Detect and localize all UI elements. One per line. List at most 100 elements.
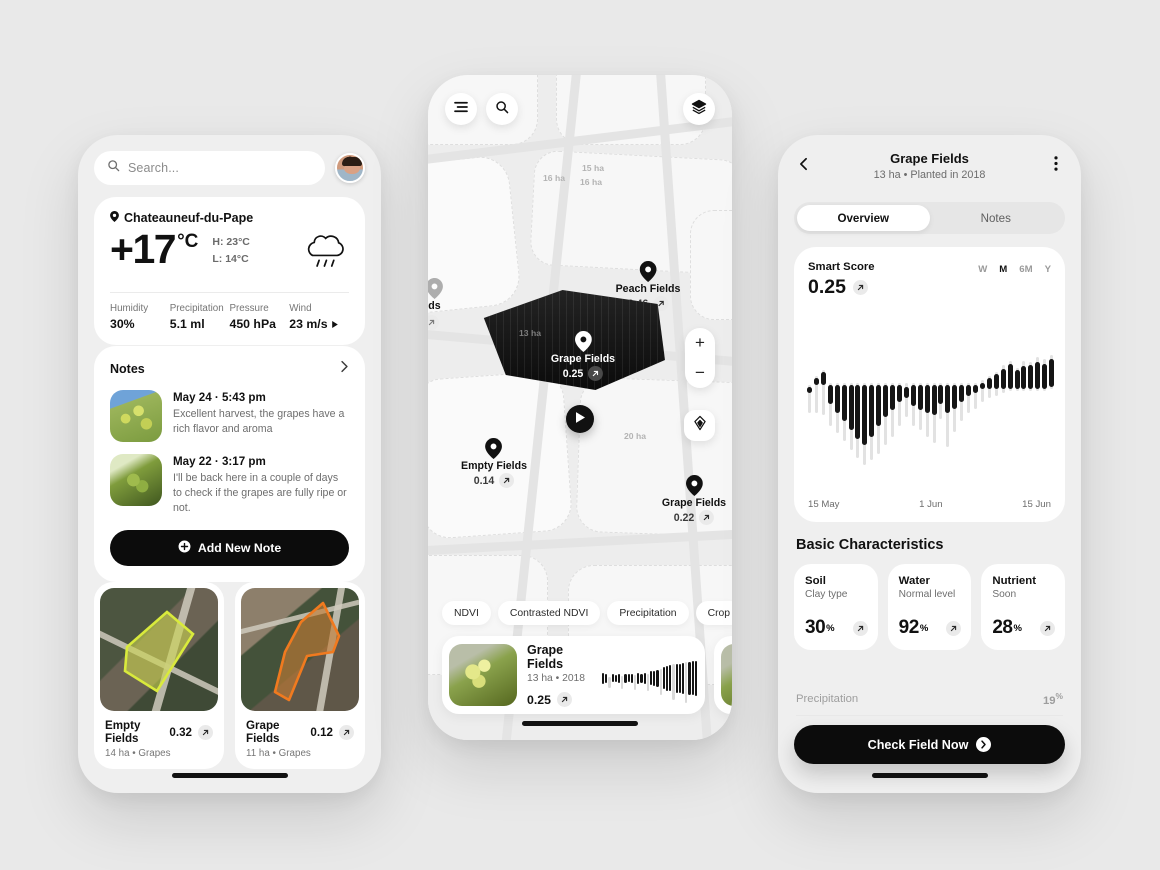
note-item[interactable]: May 24 · 5:43 pm Excellent harvest, the …	[110, 390, 349, 442]
chip-crop[interactable]: Crop	[695, 601, 732, 625]
chart-axis: 15 May 1 Jun 15 Jun	[808, 499, 1051, 510]
weather-stat-precipitation: Precipitation 5.1 ml	[170, 303, 230, 331]
arrow-up-right-icon[interactable]	[852, 620, 868, 636]
field-card-grape-fields[interactable]: Grape Fields 0.12 11 ha • Grapes	[235, 582, 365, 769]
candle-body	[869, 384, 875, 437]
arrow-up-right-icon[interactable]	[499, 473, 515, 488]
map-canvas[interactable]: 16 ha 16 ha 15 ha 13 ha 20 ha Fields	[428, 75, 732, 740]
map-pin-empty-fields[interactable]: Empty Fields 0.14	[461, 438, 527, 488]
candle-body	[903, 386, 909, 398]
sparkline-bar	[637, 673, 640, 684]
arrow-up-right-icon[interactable]	[339, 724, 354, 740]
chevron-right-icon[interactable]	[340, 360, 349, 378]
candle-body	[1042, 364, 1048, 390]
basic-characteristics-title: Basic Characteristics	[796, 537, 944, 553]
sparkline-bar	[650, 671, 653, 686]
menu-button[interactable]	[445, 93, 477, 125]
phone-home-screen: Search... Chateauneuf-du-Pape +17 °C H: …	[78, 135, 381, 793]
weather-high-low: H: 23°C L: 14°C	[212, 234, 249, 269]
chip-contrasted-ndvi[interactable]: Contrasted NDVI	[497, 601, 601, 625]
search-input[interactable]: Search...	[94, 151, 325, 185]
period-y[interactable]: Y	[1045, 264, 1051, 275]
chip-precipitation[interactable]: Precipitation	[607, 601, 689, 625]
check-field-now-button[interactable]: Check Field Now	[794, 725, 1065, 764]
zoom-in-button[interactable]: +	[685, 328, 715, 358]
search-icon	[495, 100, 509, 119]
map-field-card-next[interactable]	[714, 636, 732, 714]
map-plot[interactable]	[690, 210, 732, 320]
characteristic-nutrient[interactable]: Nutrient Soon 28%	[981, 564, 1066, 650]
chart-candle	[959, 327, 965, 477]
stat-label: Precipitation	[169, 303, 224, 314]
chart-candle	[869, 327, 875, 477]
arrow-up-right-icon[interactable]	[588, 366, 604, 381]
avatar[interactable]	[335, 153, 365, 183]
sparkline-bar	[678, 663, 681, 694]
arrow-up-right-icon[interactable]	[556, 692, 572, 707]
chart-candle	[848, 327, 854, 477]
weather-temperature: +17	[110, 226, 177, 272]
compass-button[interactable]	[684, 410, 715, 441]
canvas: Search... Chateauneuf-du-Pape +17 °C H: …	[0, 0, 1160, 870]
characteristic-water[interactable]: Water Normal level 92%	[887, 564, 972, 650]
arrow-up-right-icon[interactable]	[946, 620, 962, 636]
chart-candle	[834, 327, 840, 477]
back-button[interactable]	[792, 151, 814, 181]
satellite-thumbnail	[241, 588, 359, 711]
stat-label: Humidity	[110, 303, 149, 314]
candle-body	[890, 384, 895, 410]
sparkline-bar	[605, 673, 608, 684]
zoom-out-button[interactable]: −	[685, 358, 715, 388]
stat-value: 450 hPa	[229, 317, 277, 331]
home-indicator	[522, 721, 638, 726]
chip-ndvi[interactable]: NDVI	[442, 601, 491, 625]
sparkline-bar	[669, 665, 672, 692]
map-bottom-cards: Grape Fields 13 ha • 2018 0.25	[442, 636, 732, 714]
arrow-up-right-icon[interactable]	[428, 315, 439, 330]
more-options-button[interactable]	[1045, 151, 1067, 181]
arrow-up-right-icon[interactable]	[1040, 620, 1056, 636]
arrow-up-right-icon[interactable]	[699, 510, 715, 525]
sparkline-bar	[691, 661, 694, 696]
card-field-value-row: 0.25	[527, 692, 592, 707]
play-fab-button[interactable]	[566, 405, 594, 433]
weather-location-row: Chateauneuf-du-Pape	[110, 211, 349, 225]
chevron-right-circle-icon	[976, 737, 992, 752]
note-date: May 22 · 3:17 pm	[173, 455, 266, 468]
chart-candle	[1014, 327, 1020, 477]
pin-value-row: 0.22	[662, 510, 726, 525]
chevron-left-icon	[799, 157, 808, 176]
period-m[interactable]: M	[999, 264, 1007, 275]
map-search-button[interactable]	[486, 93, 518, 125]
layers-button[interactable]	[683, 93, 715, 125]
arrow-up-right-icon[interactable]	[198, 724, 213, 740]
tab-overview[interactable]: Overview	[797, 205, 930, 231]
add-new-note-label: Add New Note	[197, 541, 282, 556]
tab-notes[interactable]: Notes	[930, 205, 1063, 231]
notes-header[interactable]: Notes	[110, 360, 349, 378]
plot-area-label-15: 15 ha	[582, 163, 604, 173]
menu-icon	[454, 100, 468, 118]
arrow-up-right-icon[interactable]	[852, 280, 868, 295]
candle-body	[1021, 366, 1027, 390]
candle-body	[945, 384, 951, 413]
map-pin-grape-fields-selected[interactable]: Grape Fields 0.25	[551, 331, 615, 381]
sparkline-bar	[602, 672, 605, 684]
chart-candle	[1042, 327, 1048, 477]
period-6m[interactable]: 6M	[1019, 264, 1032, 275]
period-w[interactable]: W	[978, 264, 987, 275]
chart-candle	[966, 327, 972, 477]
weather-main: +17 °C H: 23°C L: 14°C	[110, 229, 349, 280]
chart-candle	[896, 327, 902, 477]
map-pin-grape-fields[interactable]: Grape Fields 0.22	[662, 475, 726, 525]
search-placeholder: Search...	[128, 161, 179, 175]
map-pin-partial[interactable]: Fields	[428, 278, 443, 331]
note-item[interactable]: May 22 · 3:17 pm I'll be back here in a …	[110, 454, 349, 516]
layers-icon	[691, 99, 707, 120]
plot-area-label-20: 20 ha	[624, 431, 646, 441]
add-new-note-button[interactable]: Add New Note	[110, 530, 349, 567]
field-card-empty-fields[interactable]: Empty Fields 0.32 14 ha • Grapes	[94, 582, 224, 769]
map-field-card[interactable]: Grape Fields 13 ha • 2018 0.25	[442, 636, 705, 714]
field-polygon	[273, 601, 341, 702]
characteristic-soil[interactable]: Soil Clay type 30%	[794, 564, 878, 650]
